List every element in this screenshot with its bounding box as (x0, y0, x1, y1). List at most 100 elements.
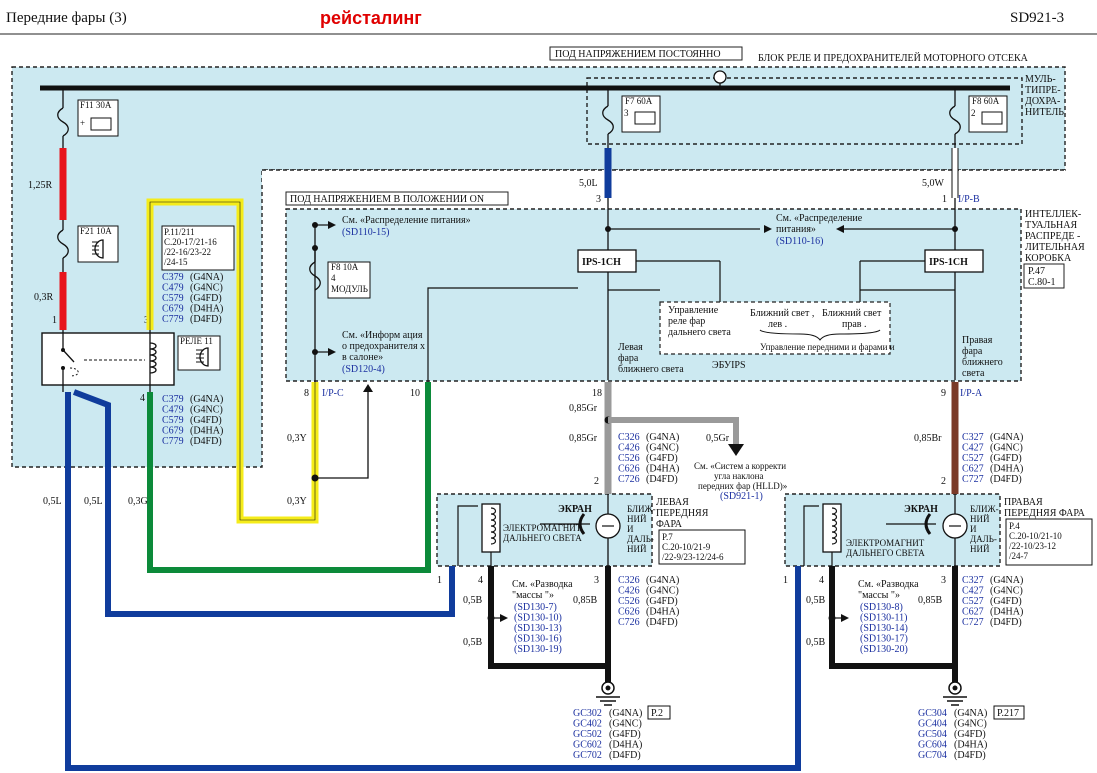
relay-ref-3: /22-16/23-22 (164, 247, 211, 257)
right-ref-2: C.20-10/21-10 (1009, 531, 1062, 541)
ground-link: (SD130-10) (514, 613, 562, 624)
ipc-pin-8: 8 (304, 388, 309, 399)
connector-model: (G4NC) (646, 443, 679, 454)
right-low-1: Правая (962, 335, 993, 346)
connector-code: C627 (962, 464, 984, 475)
left-low-2: фара (618, 353, 639, 364)
connector-code: C527 (962, 596, 984, 607)
left-ref-2: C.20-10/21-9 (662, 542, 711, 552)
svg-text:3: 3 (624, 108, 629, 118)
connector-code: C327 (962, 432, 984, 443)
ground-link: (SD130-14) (860, 623, 908, 634)
ref-power-1a: См. «Распределение питания» (342, 215, 471, 226)
right-hl-pin-3: 3 (941, 575, 946, 586)
connector-model: (G4FD) (190, 415, 222, 426)
svg-text:БЛИЖ-: БЛИЖ- (627, 504, 656, 514)
ref-power-1b: (SD110-15) (342, 227, 389, 238)
connector-code: C627 (962, 607, 984, 618)
right-headlamp-connectors-bottom: C327 (G4NA) C427 (G4NC) C527 (G4FD) C627 (D4HA)… (962, 575, 1023, 628)
connector-code: C479 (162, 283, 184, 294)
right-hl-pin-1: 1 (783, 575, 788, 586)
svg-text:МУЛЬ-: МУЛЬ- (1025, 74, 1056, 85)
left-headlamp-connectors-top: C326 (G4NA) C426 (G4NC) C526 (G4FD) C626 (D4HA)… (618, 432, 679, 485)
connector-code: C379 (162, 272, 184, 283)
right-ground-ref-2: "массы "» (858, 590, 900, 601)
wire-0-5gr-label: 0,5Gr (706, 433, 730, 444)
ground-link: (SD130-17) (860, 634, 908, 645)
svg-text:РАСПРЕДЕ -: РАСПРЕДЕ - (1025, 231, 1080, 242)
relay-connectors-top: C379 (G4NA) C479 (G4NC) C579 (G4FD) C679 (D4HA)… (162, 272, 223, 325)
fuse-f21-label: F21 10A (80, 226, 112, 236)
connector-code: C326 (618, 575, 640, 586)
low-left-2: лев . (768, 319, 787, 330)
hlld-ref-3: передних фар (HLLD)» (698, 481, 787, 491)
ref-power-2b: питания» (776, 224, 816, 235)
connector-code: GC604 (918, 740, 947, 751)
connector-code: C626 (618, 464, 640, 475)
ref-info-1: См. «Информ ация (342, 330, 423, 341)
relay-ref-4: /24-15 (164, 257, 188, 267)
connector-model: (G4NA) (190, 272, 223, 283)
right-0-85b-label: 0,85B (918, 595, 943, 606)
connector-code: GC704 (918, 750, 947, 761)
relay-label: РЕЛЕ 11 (180, 336, 213, 346)
fuse-f11-label: F11 30A (80, 100, 112, 110)
ref-power-2a: См. «Распределение (776, 213, 863, 224)
left-ground-ref-2: "массы "» (512, 590, 554, 601)
svg-text:НИЙ: НИЙ (970, 544, 990, 554)
ips-left-label: IPS-1CH (582, 257, 621, 268)
connector-model: (D4HA) (646, 607, 679, 618)
svg-text:+: + (80, 118, 85, 128)
left-headlamp-connectors-bottom: C326 (G4NA) C426 (G4NC) C526 (G4FD) C626 (D4HA)… (618, 575, 679, 628)
ground-link: (SD130-16) (514, 634, 562, 645)
ground-link: (SD130-19) (514, 644, 562, 655)
connector-model: (D4HA) (990, 607, 1023, 618)
connector-model: (G4FD) (990, 453, 1022, 464)
low-left-1: Ближний свет , (750, 308, 814, 319)
restyling-badge: рейсталинг (320, 8, 422, 28)
connector-model: (D4FD) (646, 617, 678, 628)
connector-code: C426 (618, 586, 640, 597)
connector-model: (G4FD) (990, 596, 1022, 607)
right-ground-links: (SD130-8)(SD130-11)(SD130-14)(SD130-17)(… (860, 602, 908, 655)
connector-code: C726 (618, 617, 640, 628)
wire-0-85gr-label-1: 0,85Gr (569, 403, 598, 414)
connector-code: C526 (618, 453, 640, 464)
left-0-5b-label-2: 0,5B (463, 637, 483, 648)
ijb-panel (285, 208, 1022, 382)
low-right-2: прав . (842, 319, 867, 330)
svg-text:И: И (627, 524, 634, 534)
connector-code: C579 (162, 293, 184, 304)
connector-model: (D4HA) (190, 304, 223, 315)
svg-text:БЛИЖ-: БЛИЖ- (970, 504, 999, 514)
ground-link: (SD130-20) (860, 644, 908, 655)
connector-code: C427 (962, 586, 984, 597)
ijb-pin-9: 9 (941, 388, 946, 399)
wire-1-25r-label: 1,25R (28, 180, 53, 191)
wire-0-5l-label-2: 0,5L (84, 496, 103, 507)
always-on-label: ПОД НАПРЯЖЕНИЕМ ПОСТОЯННО (555, 49, 721, 60)
connector-model: (G4NC) (954, 719, 987, 730)
ctrl-front: Управление передними и фарами и (760, 342, 895, 352)
connector-model: (G4NC) (609, 719, 642, 730)
connector-code: C779 (162, 314, 184, 325)
left-magnet-1: ЭЛЕКТРОМАГНИТ (503, 523, 582, 533)
connector-model: (D4FD) (990, 474, 1022, 485)
left-hl-pin-3: 3 (594, 575, 599, 586)
svg-text:ДАЛЬ-: ДАЛЬ- (627, 534, 654, 544)
connector-code: C326 (618, 432, 640, 443)
right-headlamp-connectors-top: C327 (G4NA) C427 (G4NC) C527 (G4FD) C627 (D4HA)… (962, 432, 1023, 485)
left-high-beam-solenoid (481, 503, 501, 553)
connector-model: (G4NC) (990, 586, 1023, 597)
hlld-ref-4: (SD921-1) (720, 491, 763, 502)
left-ref-3: /22-9/23-12/24-6 (662, 552, 724, 562)
wire-0-3y-label-1: 0,3Y (287, 433, 307, 444)
left-low-3: ближнего света (618, 364, 684, 375)
on-power-gap (262, 170, 1065, 183)
connector-code: GC504 (918, 729, 947, 740)
connector-code: GC502 (573, 729, 602, 740)
left-low-1: Левая (618, 342, 643, 353)
fuse-f7-label: F7 60A (625, 96, 653, 106)
ijb-label: ИНТЕЛЛЕК- ТУАЛЬНАЯ РАСПРЕДЕ - ЛИТЕЛЬНАЯ … (1025, 209, 1085, 264)
left-ground-ref: P.2 (651, 708, 663, 719)
